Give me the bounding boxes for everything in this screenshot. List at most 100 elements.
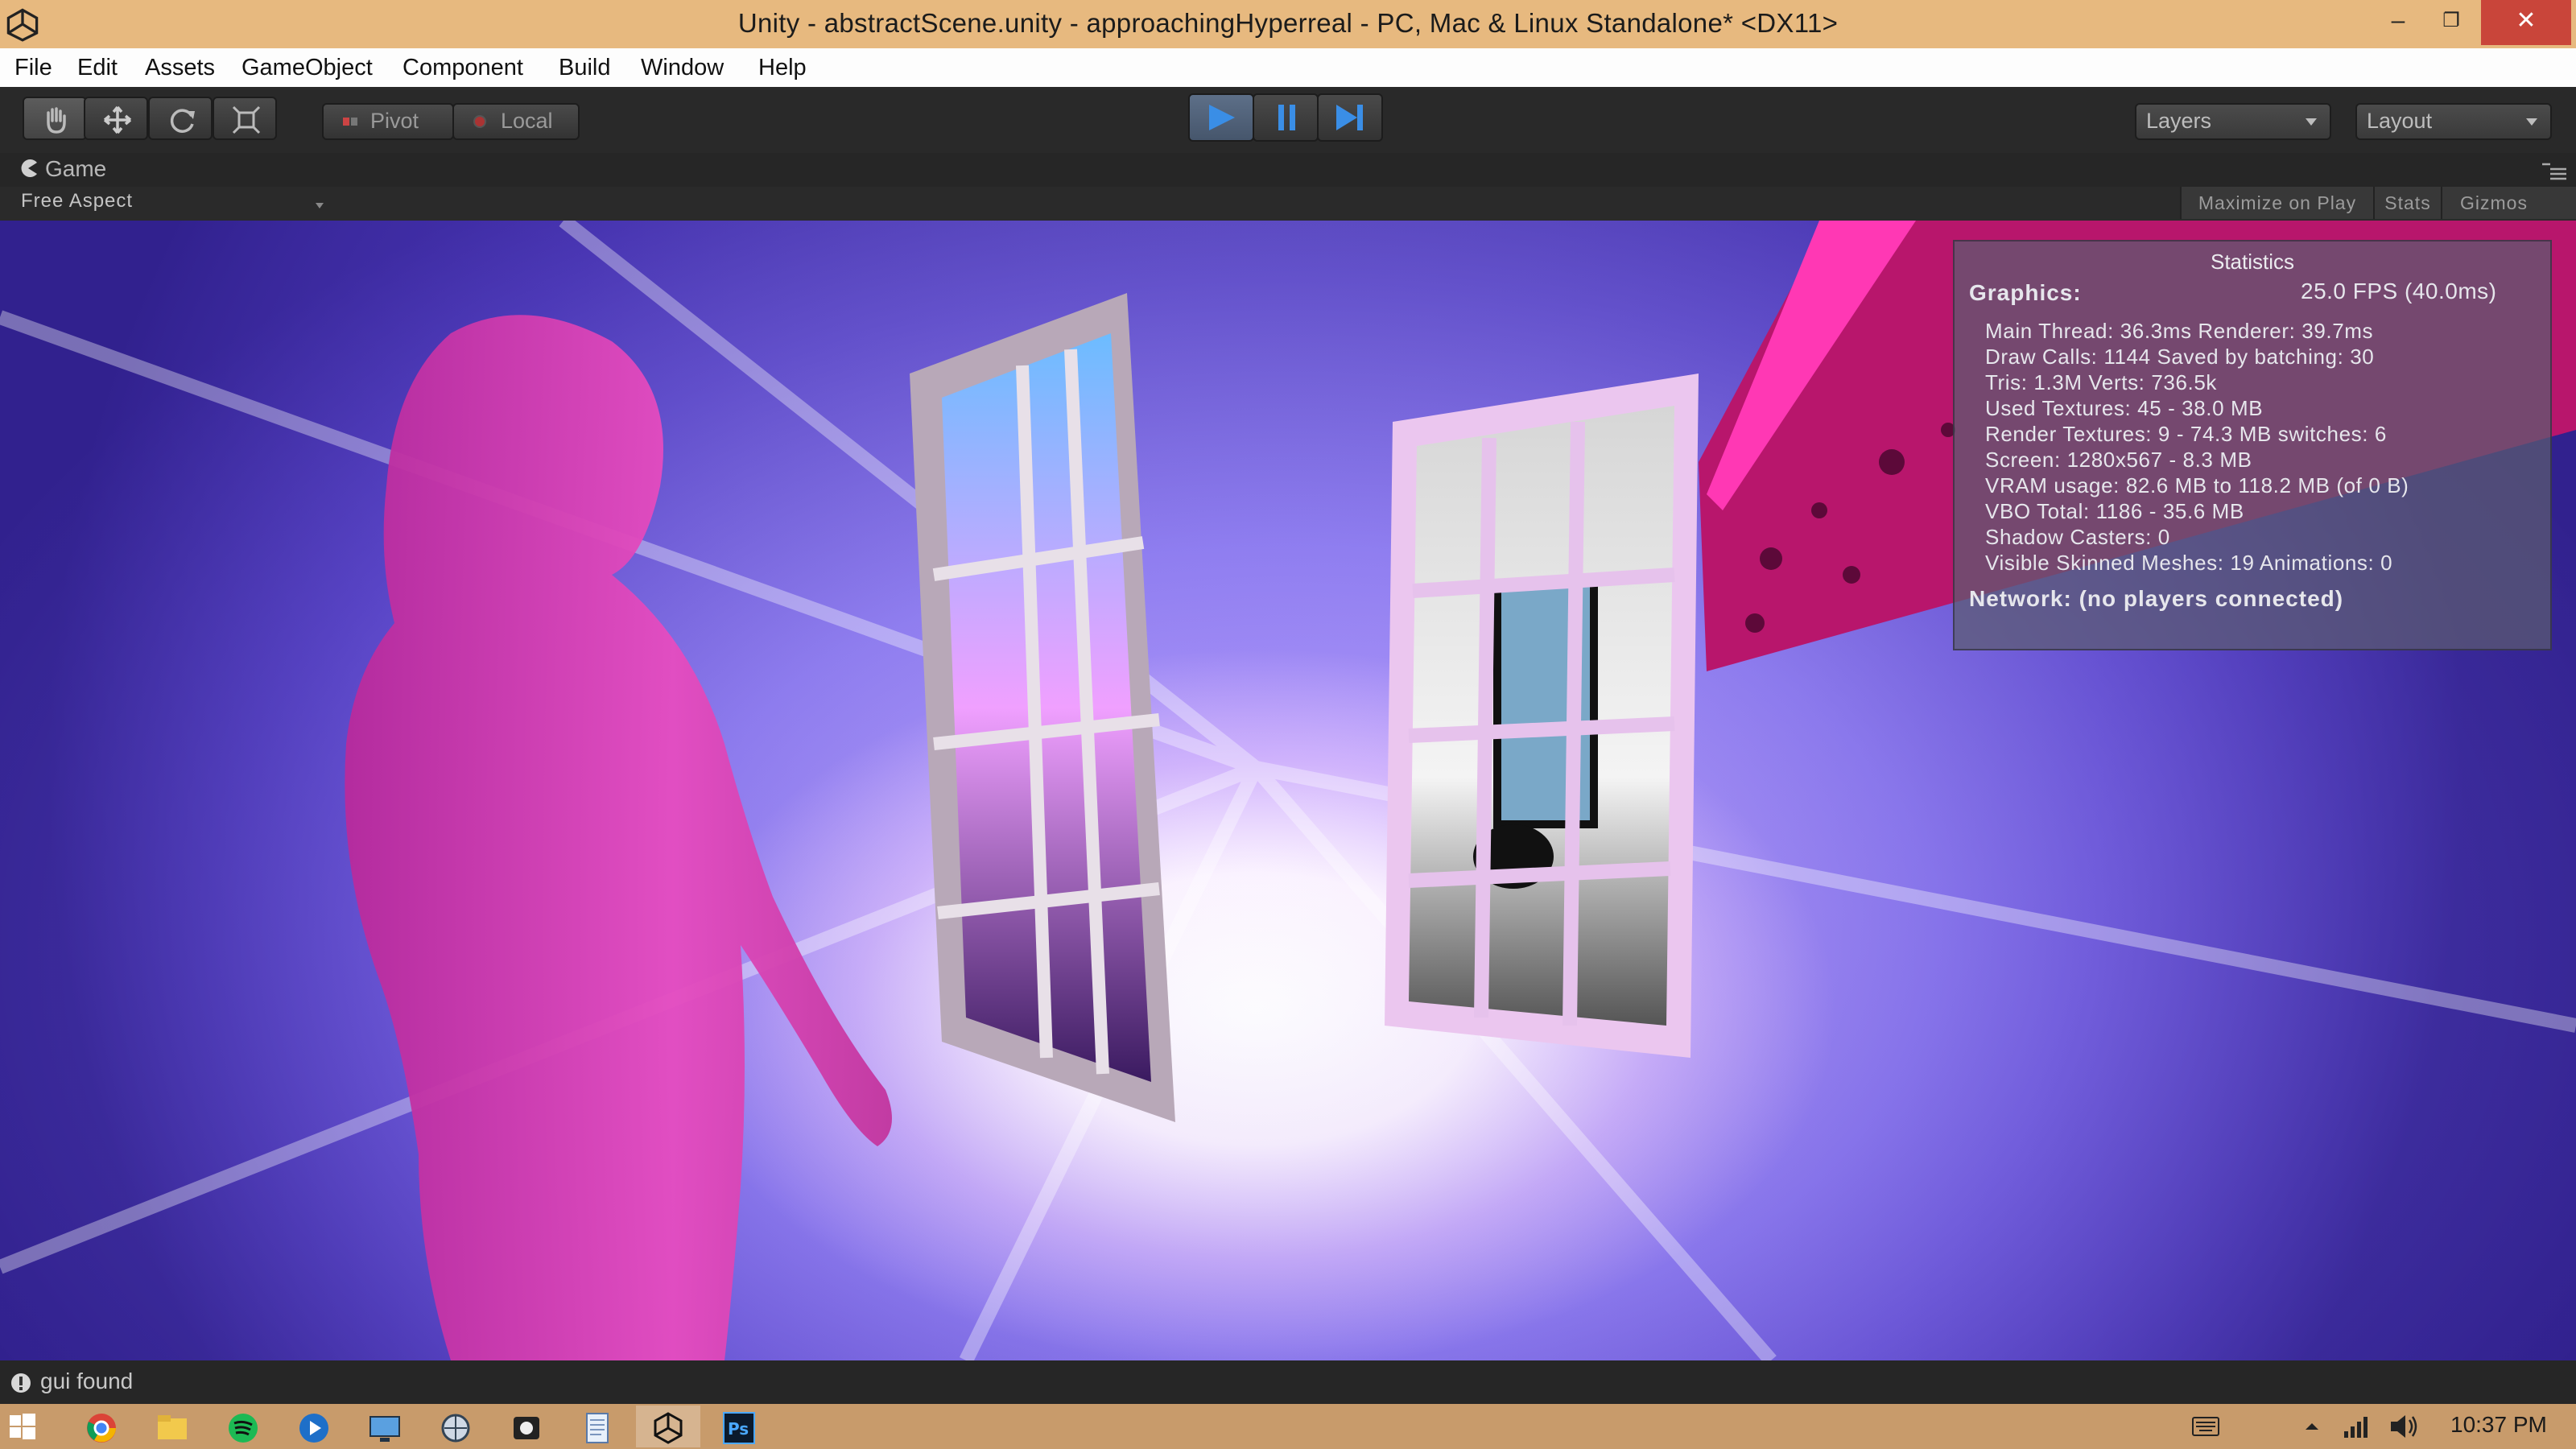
wifi-signal-icon[interactable]: [2341, 1412, 2376, 1441]
menu-window[interactable]: Window: [641, 52, 724, 84]
media-player-icon: [299, 1414, 328, 1443]
taskbar-chrome[interactable]: [69, 1406, 134, 1447]
photoshop-icon: Ps: [723, 1412, 755, 1444]
maximize-on-play-toggle[interactable]: Maximize on Play: [2180, 187, 2373, 219]
stats-toggle[interactable]: Stats: [2373, 187, 2441, 219]
tab-game[interactable]: Game: [45, 156, 106, 182]
rotate-icon: [170, 109, 195, 133]
pacman-game-icon: [21, 159, 37, 177]
taskbar-spotify[interactable]: [211, 1406, 275, 1447]
stat-line: Tris: 1.3M Verts: 736.5k: [1985, 370, 2217, 394]
layers-label: Layers: [2146, 109, 2212, 133]
play-button[interactable]: [1188, 93, 1254, 142]
menu-file[interactable]: File: [14, 52, 52, 84]
panel-menu-icon[interactable]: [2539, 161, 2568, 180]
game-controls-bar: Free Aspect Maximize on Play Stats Gizmo…: [0, 187, 2576, 222]
layout-dropdown[interactable]: Layout: [2355, 103, 2552, 140]
hand-icon: [47, 107, 66, 134]
taskbar-unity[interactable]: [636, 1406, 700, 1447]
play-icon: [1209, 105, 1235, 130]
stat-line: Screen: 1280x567 - 8.3 MB: [1985, 448, 2252, 472]
menu-help[interactable]: Help: [758, 52, 807, 84]
pivot-toggle[interactable]: Pivot: [322, 103, 454, 140]
volume-icon[interactable]: [2388, 1412, 2420, 1441]
stat-line: Main Thread: 36.3ms Renderer: 39.7ms: [1985, 319, 2374, 343]
show-hidden-icons-icon[interactable]: [2302, 1418, 2322, 1435]
close-button[interactable]: ✕: [2481, 0, 2571, 45]
chevron-down-icon: [2526, 118, 2537, 126]
graphics-heading: Graphics:: [1969, 280, 2082, 305]
window-title: Unity - abstractScene.unity - approachin…: [737, 8, 1839, 38]
status-bar: gui found: [0, 1360, 2576, 1404]
rotate-tool-button[interactable]: [148, 97, 213, 140]
stat-line: Render Textures: 9 - 74.3 MB switches: 6: [1985, 422, 2387, 446]
local-icon: [473, 115, 486, 128]
stat-line: Used Textures: 45 - 38.0 MB: [1985, 396, 2264, 420]
pause-button[interactable]: [1253, 93, 1319, 142]
stat-line: VRAM usage: 82.6 MB to 118.2 MB (of 0 B): [1985, 473, 2409, 497]
scale-tool-button[interactable]: [213, 97, 277, 140]
taskbar-network[interactable]: [423, 1406, 488, 1447]
file-explorer-icon: [158, 1415, 187, 1439]
taskbar-remote-desktop[interactable]: [353, 1406, 417, 1447]
fps-readout: 25.0 FPS (40.0ms): [2301, 279, 2497, 303]
camera-icon: [514, 1417, 539, 1439]
restore-button[interactable]: ❐: [2425, 0, 2478, 45]
pause-icon: [1278, 105, 1295, 130]
local-toggle[interactable]: Local: [452, 103, 580, 140]
menu-build[interactable]: Build: [559, 52, 611, 84]
game-tab-bar: Game: [0, 153, 2576, 187]
statistics-panel: Statistics Graphics: 25.0 FPS (40.0ms) M…: [1953, 240, 2552, 650]
info-icon: [11, 1373, 31, 1393]
chrome-icon: [87, 1414, 116, 1443]
minimize-button[interactable]: –: [2372, 0, 2425, 45]
layout-label: Layout: [2367, 109, 2433, 133]
menu-assets[interactable]: Assets: [145, 52, 215, 84]
stat-line: Shadow Casters: 0: [1985, 525, 2170, 549]
start-button[interactable]: [0, 1406, 45, 1447]
stat-line: VBO Total: 1186 - 35.6 MB: [1985, 499, 2244, 523]
taskbar-notepad[interactable]: [565, 1406, 630, 1447]
photoshop-label: Ps: [728, 1419, 749, 1439]
spotify-icon: [229, 1414, 258, 1443]
taskbar-camera[interactable]: [494, 1406, 559, 1447]
network-status: Network: (no players connected): [1969, 586, 2344, 611]
window-titlebar: Unity - abstractScene.unity - approachin…: [0, 0, 2576, 48]
menu-edit[interactable]: Edit: [77, 52, 118, 84]
taskbar: Ps 10:37 PM: [0, 1404, 2576, 1449]
menu-bar: File Edit Assets GameObject Component Bu…: [0, 48, 2576, 88]
windows-start-icon: [10, 1414, 35, 1439]
taskbar-explorer[interactable]: [140, 1406, 204, 1447]
taskbar-media-player[interactable]: [282, 1406, 346, 1447]
unity-icon: [654, 1412, 683, 1444]
notepad-icon: [586, 1413, 609, 1443]
game-viewport[interactable]: Statistics Graphics: 25.0 FPS (40.0ms) M…: [0, 221, 2576, 1360]
move-tool-button[interactable]: [84, 97, 148, 140]
menu-gameobject[interactable]: GameObject: [242, 52, 373, 84]
layers-dropdown[interactable]: Layers: [2135, 103, 2331, 140]
gizmos-label: Gizmos: [2460, 192, 2528, 213]
network-icon: [441, 1414, 470, 1443]
chevron-down-icon: [2306, 118, 2317, 126]
pivot-icon: [343, 118, 357, 126]
local-label: Local: [501, 109, 553, 133]
console-message[interactable]: gui found: [40, 1368, 133, 1394]
chevron-down-icon: [316, 203, 324, 208]
menu-component[interactable]: Component: [402, 52, 523, 84]
keyboard-icon[interactable]: [2191, 1414, 2220, 1439]
pivot-label: Pivot: [370, 109, 419, 133]
hand-tool-button[interactable]: [23, 97, 87, 140]
aspect-dropdown[interactable]: Free Aspect: [21, 190, 133, 213]
scale-icon: [232, 105, 261, 134]
gizmos-dropdown[interactable]: Gizmos: [2441, 187, 2576, 219]
stat-line: Visible Skinned Meshes: 19 Animations: 0: [1985, 551, 2393, 575]
step-button[interactable]: [1317, 93, 1383, 142]
taskbar-photoshop[interactable]: Ps: [707, 1406, 771, 1447]
toolbar: Pivot Local Layers Layout: [0, 87, 2576, 155]
taskbar-clock[interactable]: 10:37 PM: [2450, 1412, 2547, 1438]
step-icon: [1336, 105, 1363, 130]
statistics-title: Statistics: [2210, 250, 2295, 274]
remote-desktop-icon: [369, 1416, 400, 1442]
move-icon: [103, 105, 132, 134]
stat-line: Draw Calls: 1144 Saved by batching: 30: [1985, 345, 2375, 369]
